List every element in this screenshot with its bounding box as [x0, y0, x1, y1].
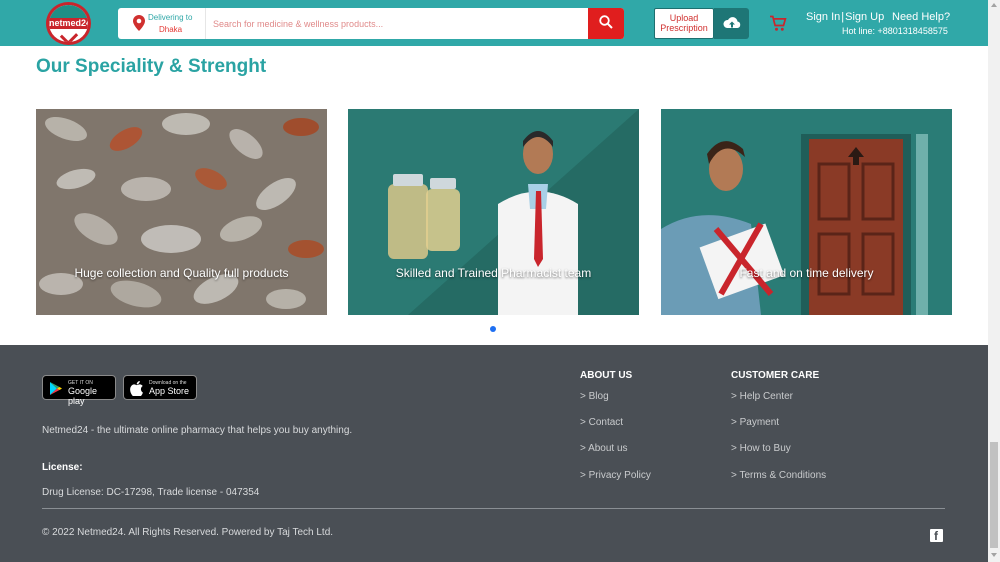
- google-play-icon: [50, 382, 62, 395]
- upload-icon-button[interactable]: [714, 8, 749, 39]
- vertical-scrollbar[interactable]: [988, 0, 1000, 562]
- footer-link-contact[interactable]: > Contact: [580, 417, 623, 428]
- copyright-text: © 2022 Netmed24. All Rights Reserved. Po…: [42, 527, 334, 538]
- upload-label-1: Upload: [669, 13, 699, 23]
- speciality-card-delivery[interactable]: Fast and on time delivery: [661, 109, 952, 315]
- card-label-delivery: Fast and on time delivery: [739, 266, 874, 280]
- search-button[interactable]: [588, 8, 624, 39]
- scroll-up-arrow-icon[interactable]: [991, 3, 997, 7]
- card-label-products: Huge collection and Quality full product…: [74, 266, 289, 280]
- search-input[interactable]: [206, 8, 588, 39]
- footer-link-privacy-policy[interactable]: > Privacy Policy: [580, 470, 651, 481]
- pills-image: [36, 109, 327, 315]
- need-help-link[interactable]: Need Help?: [892, 11, 950, 23]
- card-label-pharmacist: Skilled and Trained Pharmacist team: [395, 266, 592, 280]
- footer-link-how-to-buy[interactable]: > How to Buy: [731, 443, 791, 454]
- speciality-card-products[interactable]: Huge collection and Quality full product…: [36, 109, 327, 315]
- cloud-upload-icon: [723, 17, 741, 28]
- footer-tagline: Netmed24 - the ultimate online pharmacy …: [42, 425, 353, 436]
- apple-icon: [130, 381, 143, 396]
- footer-link-terms[interactable]: > Terms & Conditions: [731, 470, 826, 481]
- delivery-image: [661, 109, 952, 315]
- footer-link-blog[interactable]: > Blog: [580, 391, 609, 402]
- pharmacist-image: [348, 109, 639, 315]
- license-text: Drug License: DC-17298, Trade license - …: [42, 487, 260, 498]
- facebook-icon[interactable]: f: [930, 529, 943, 543]
- scroll-down-arrow-icon[interactable]: [991, 553, 997, 557]
- footer-link-about-us[interactable]: > About us: [580, 443, 628, 454]
- app-store-big: App Store: [149, 386, 190, 396]
- sign-up-link[interactable]: Sign Up: [845, 11, 884, 23]
- scrollbar-thumb[interactable]: [990, 442, 998, 548]
- about-us-heading: ABOUT US: [580, 370, 633, 381]
- auth-links: Sign In|Sign Up: [806, 11, 884, 23]
- auth-separator: |: [841, 11, 845, 23]
- delivering-to-label[interactable]: Delivering to: [148, 13, 192, 22]
- google-play-badge[interactable]: GET IT ON Google play: [42, 375, 116, 406]
- search-icon: [599, 15, 613, 29]
- delivering-city[interactable]: Dhaka: [159, 25, 182, 34]
- upload-prescription-button[interactable]: Upload Prescription: [654, 8, 714, 39]
- hotline-text: Hot line: +8801318458575: [842, 26, 948, 36]
- footer-link-payment[interactable]: > Payment: [731, 417, 779, 428]
- carousel-dot-active[interactable]: [490, 326, 496, 332]
- footer-divider: [42, 508, 945, 509]
- footer-link-help-center[interactable]: > Help Center: [731, 391, 793, 402]
- google-play-big: Google play: [68, 386, 98, 406]
- shopping-cart-icon[interactable]: [769, 15, 787, 32]
- location-pin-icon[interactable]: [133, 15, 145, 31]
- netmed24-logo[interactable]: netmed24: [46, 2, 91, 45]
- speciality-title: Our Speciality & Strenght: [36, 56, 267, 77]
- license-title: License:: [42, 462, 83, 473]
- customer-care-heading: CUSTOMER CARE: [731, 370, 820, 381]
- sign-in-link[interactable]: Sign In: [806, 11, 840, 23]
- speciality-card-pharmacist[interactable]: Skilled and Trained Pharmacist team: [348, 109, 639, 315]
- upload-label-2: Prescription: [660, 23, 708, 33]
- app-store-badge[interactable]: Download on the App Store: [123, 375, 197, 400]
